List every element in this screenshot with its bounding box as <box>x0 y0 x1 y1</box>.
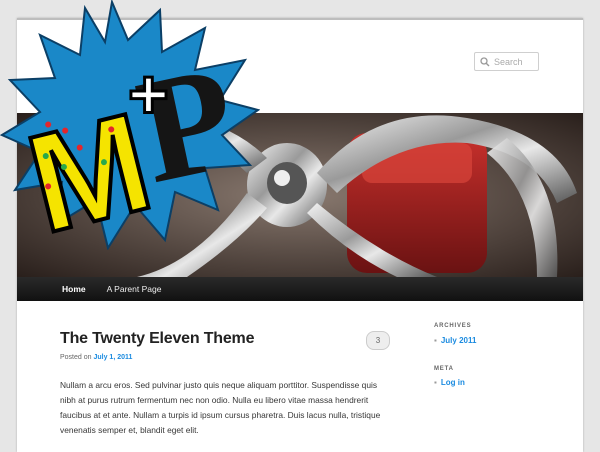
bullet-icon: ▪ <box>434 336 437 345</box>
meta-widget-title: META <box>434 366 454 372</box>
bullet-icon: ▪ <box>434 378 437 387</box>
comment-count-bubble[interactable]: 3 <box>366 331 390 350</box>
logo-plus: + <box>128 55 169 133</box>
archives-link[interactable]: July 2011 <box>441 336 477 345</box>
search-field[interactable]: Search <box>474 52 539 71</box>
site-logo: P M + <box>0 0 260 250</box>
nav-item-home[interactable]: Home <box>17 277 89 301</box>
login-link[interactable]: Log in <box>441 378 465 387</box>
post-date-link[interactable]: July 1, 2011 <box>93 354 132 361</box>
search-placeholder: Search <box>494 56 523 67</box>
main-navigation: Home A Parent Page <box>17 277 583 301</box>
search-icon <box>480 56 490 66</box>
archives-widget-title: ARCHIVES <box>434 323 472 329</box>
post-content: Nullam a arcu eros. Sed pulvinar justo q… <box>60 380 381 435</box>
post-meta: Posted on July 1, 2011 <box>60 354 132 361</box>
meta-link-item[interactable]: ▪ Log in <box>434 378 465 387</box>
nav-item-parent-page[interactable]: A Parent Page <box>89 277 162 301</box>
archives-link-item[interactable]: ▪ July 2011 <box>434 336 476 345</box>
post-title[interactable]: The Twenty Eleven Theme <box>60 330 254 348</box>
posted-on-label: Posted on <box>60 354 92 361</box>
